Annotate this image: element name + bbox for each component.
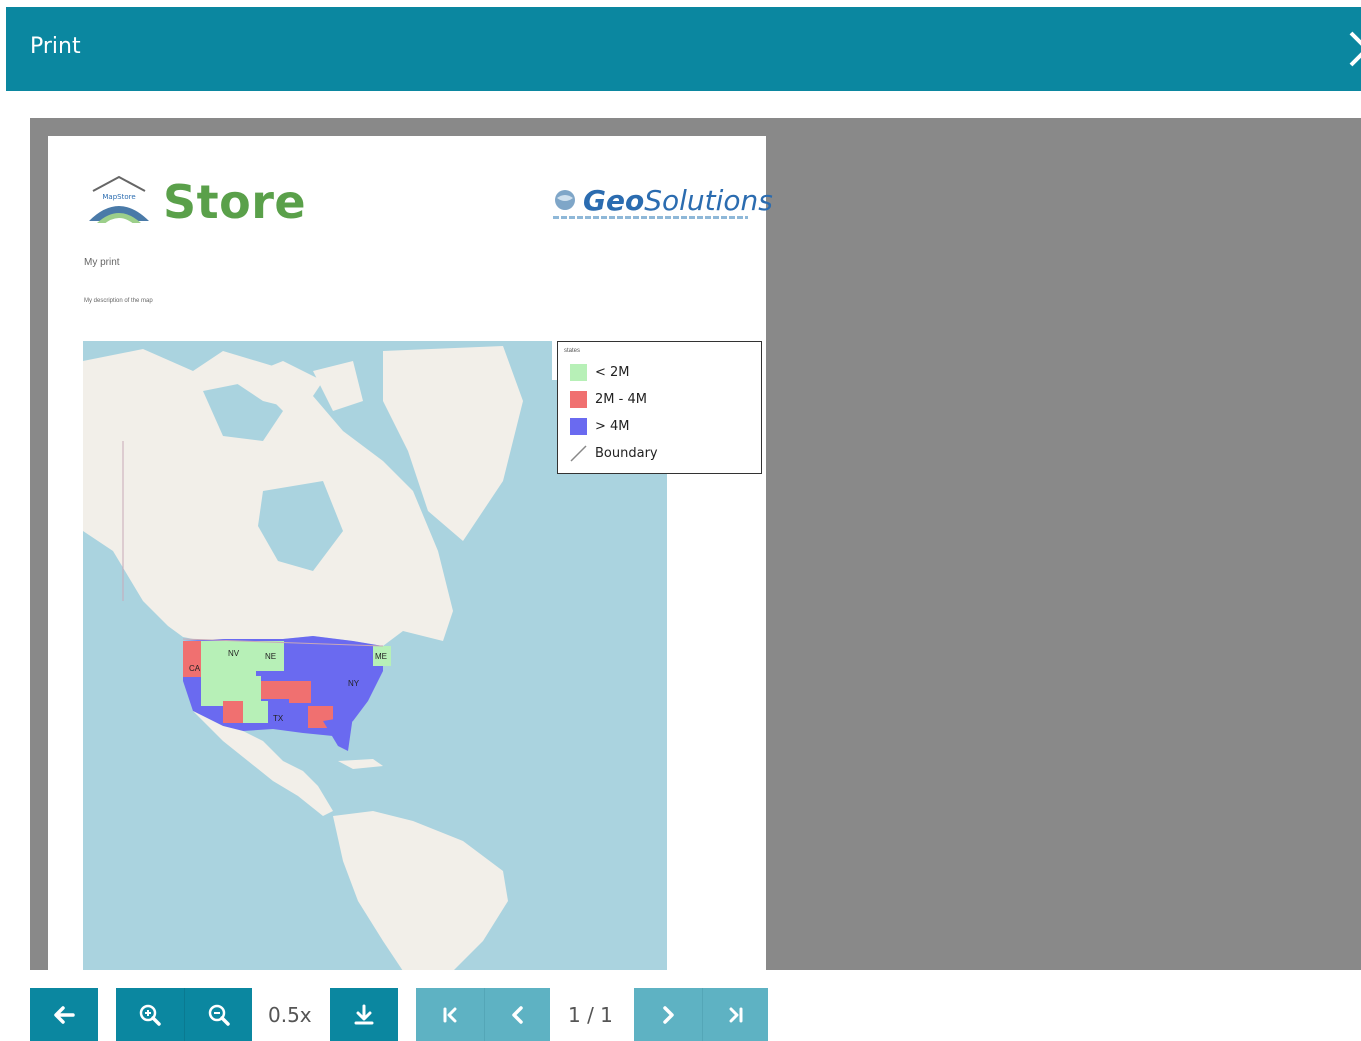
preview-page: MapStore MapStore GeoSolutions My print … <box>48 136 773 970</box>
printed-map: NV CA NE TX ME NY <box>83 341 552 970</box>
previous-page-button[interactable] <box>484 988 550 1041</box>
mapstore-wordmark: MapStore <box>163 175 667 970</box>
chevron-right-icon <box>663 1005 674 1024</box>
mapstore-emblem-icon: MapStore <box>89 175 149 225</box>
legend-item: Boundary <box>570 444 658 462</box>
print-preview-viewer[interactable]: MapStore MapStore GeoSolutions My print … <box>30 118 1361 970</box>
zoom-in-button[interactable] <box>116 988 184 1041</box>
legend-label: Boundary <box>595 445 658 461</box>
map-label-ny: NY <box>348 679 360 688</box>
download-icon <box>354 1004 374 1024</box>
mapstore-badge-text: MapStore <box>102 193 135 201</box>
close-button[interactable] <box>1345 27 1361 71</box>
geosolutions-tagline <box>553 216 748 219</box>
map-label-me: ME <box>375 652 387 661</box>
zoom-level: 0.5x <box>268 1003 312 1027</box>
zoom-out-button[interactable] <box>184 988 252 1041</box>
arrow-left-icon <box>54 1005 75 1024</box>
mapstore-logo: MapStore MapStore <box>83 171 667 970</box>
download-button[interactable] <box>330 988 398 1041</box>
print-toolbar: 0.5x 1 / 1 <box>0 988 1361 1041</box>
zoom-in-icon <box>139 1004 161 1026</box>
geosolutions-wordmark: GeoSolutions <box>583 184 773 217</box>
last-page-button[interactable] <box>702 988 768 1041</box>
dialog-title: Print <box>30 34 81 59</box>
legend-swatch <box>570 417 587 435</box>
map-legend: states < 2M 2M - 4M > 4M Boundary <box>557 341 762 474</box>
legend-item: > 4M <box>570 417 630 435</box>
next-page-button[interactable] <box>634 988 702 1041</box>
legend-label: < 2M <box>595 364 630 380</box>
map-label-ne: NE <box>265 652 276 661</box>
map-label-tx: TX <box>273 714 284 723</box>
first-page-button[interactable] <box>416 988 484 1041</box>
first-page-icon <box>443 1007 457 1022</box>
geosolutions-logo: GeoSolutions <box>553 184 773 224</box>
legend-label: > 4M <box>595 418 630 434</box>
close-icon <box>1349 31 1361 67</box>
legend-swatch <box>570 363 587 381</box>
page-indicator: 1 / 1 <box>568 1003 613 1027</box>
geosolutions-word-solutions: Solutions <box>644 184 773 217</box>
chevron-left-icon <box>511 1005 523 1024</box>
legend-label: 2M - 4M <box>595 391 647 407</box>
map-label-ca: CA <box>189 664 201 673</box>
boundary-line-icon <box>570 444 587 462</box>
map-label-nv: NV <box>228 649 240 658</box>
back-button[interactable] <box>30 988 98 1041</box>
map-graphic: NV CA NE TX ME NY <box>83 341 552 970</box>
globe-icon <box>555 190 575 210</box>
legend-title: states <box>564 348 581 354</box>
zoom-out-icon <box>208 1004 230 1026</box>
print-dialog-header: Print <box>6 7 1361 91</box>
print-title: My print <box>84 257 120 268</box>
legend-item: < 2M <box>570 363 630 381</box>
print-description: My description of the map <box>84 298 153 304</box>
mapstore-word-store: Store <box>163 175 307 229</box>
legend-swatch <box>570 390 587 408</box>
geosolutions-word-geo: Geo <box>583 184 645 217</box>
legend-item: 2M - 4M <box>570 390 647 408</box>
last-page-icon <box>729 1007 742 1022</box>
